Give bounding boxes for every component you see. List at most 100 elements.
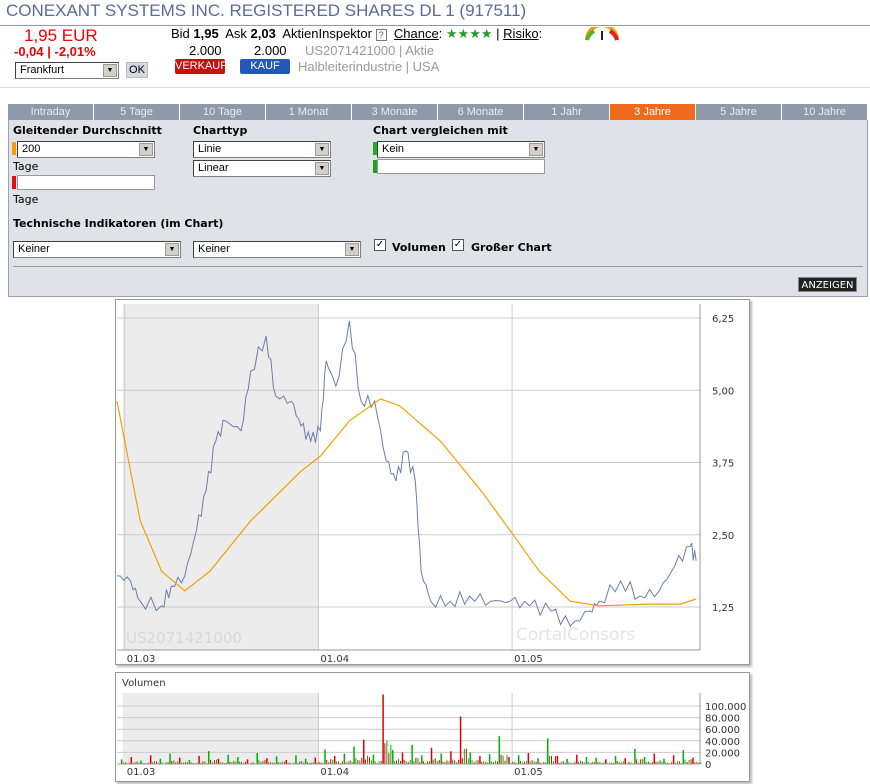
- charttyp-select[interactable]: Linie ▼: [193, 141, 331, 158]
- sell-button[interactable]: VERKAUF: [175, 59, 225, 74]
- tab-1-monat[interactable]: 1 Monat: [266, 104, 352, 120]
- volume-bar: [410, 760, 411, 764]
- y-tick-label: 80.000: [705, 714, 740, 725]
- indicator1-value: Keiner: [18, 243, 50, 255]
- watermark-isin: US2071421000: [126, 629, 242, 647]
- volume-chart-svg: Volumen100.00080.00060.00040.00020.00000…: [116, 673, 749, 781]
- tab-3-monate[interactable]: 3 Monate: [352, 104, 438, 120]
- compare2-input[interactable]: [377, 159, 545, 174]
- volume-bar: [460, 716, 462, 764]
- volume-bar: [169, 754, 171, 764]
- y-tick-label: 100.000: [705, 702, 746, 713]
- tab-10-jahre[interactable]: 10 Jahre: [782, 104, 868, 120]
- aktieninspektor-link[interactable]: AktienInspektor: [282, 26, 372, 41]
- tab-3-jahre[interactable]: 3 Jahre: [610, 104, 696, 120]
- volume-bar: [295, 755, 297, 764]
- volume-bar: [507, 755, 508, 764]
- volume-bar: [605, 759, 607, 764]
- volume-bar: [276, 756, 278, 764]
- period-tabs: Intraday5 Tage10 Tage1 Monat3 Monate6 Mo…: [8, 104, 868, 120]
- volume-bar: [634, 749, 636, 764]
- price-change: -0,04 | -2,01%: [14, 44, 96, 59]
- volume-bar: [450, 751, 452, 764]
- volume-bar: [150, 755, 152, 764]
- risiko-link[interactable]: Risiko: [503, 26, 538, 41]
- volume-bar: [179, 758, 181, 764]
- chevron-down-icon: ▼: [315, 143, 329, 156]
- tab-1-jahr[interactable]: 1 Jahr: [524, 104, 610, 120]
- ok-button[interactable]: OK: [126, 62, 148, 78]
- volume-bar: [624, 758, 626, 764]
- anzeigen-button[interactable]: ANZEIGEN: [798, 277, 857, 292]
- volume-bar: [551, 756, 552, 764]
- volume-bar: [528, 753, 530, 764]
- volume-bar: [369, 757, 370, 764]
- volume-bar: [373, 755, 375, 764]
- chevron-down-icon: ▼: [345, 243, 359, 256]
- volume-bar: [353, 747, 355, 764]
- volume-bar: [330, 759, 331, 764]
- ma2-input[interactable]: [17, 175, 155, 190]
- tab-intraday[interactable]: Intraday: [8, 104, 94, 120]
- volume-bar: [121, 759, 123, 764]
- tab-5-jahre[interactable]: 5 Jahre: [696, 104, 782, 120]
- volume-bar: [499, 736, 501, 764]
- volume-bar: [415, 758, 416, 764]
- volume-bar: [495, 761, 496, 764]
- volume-bar: [518, 755, 520, 764]
- chance-stars: ★★★★: [446, 26, 493, 41]
- compare-select[interactable]: Kein▼: [377, 141, 545, 158]
- volume-bar: [431, 748, 433, 764]
- volume-bar: [237, 757, 239, 764]
- ma1-color-marker: [12, 142, 16, 155]
- ma1-select[interactable]: 200 ▼: [17, 141, 155, 158]
- volume-bar: [140, 761, 142, 764]
- tab-6-monate[interactable]: 6 Monate: [438, 104, 524, 120]
- price-chart: 6,255,003,752,501,2501.0301.0401.05US207…: [115, 299, 750, 665]
- y-tick-label: 3,75: [712, 459, 734, 470]
- chance-link[interactable]: Chance: [394, 26, 439, 41]
- volume-bar: [398, 759, 399, 764]
- volume-bar: [371, 760, 372, 764]
- volume-bar: [305, 759, 307, 764]
- chevron-down-icon: ▼: [139, 143, 153, 156]
- panel-divider: [13, 266, 863, 267]
- buy-button[interactable]: KAUF: [240, 59, 290, 74]
- volume-bar: [468, 758, 469, 764]
- volume-bar: [640, 759, 641, 764]
- scale-select[interactable]: Linear▼: [193, 160, 331, 177]
- volume-bar: [382, 694, 384, 764]
- sector-line: Halbleiterindustrie | USA: [298, 59, 439, 74]
- volumen-checkbox[interactable]: ✓: [374, 239, 386, 251]
- volume-bar: [547, 738, 549, 764]
- indicator2-select[interactable]: Keiner▼: [193, 241, 361, 258]
- volume-bar: [458, 760, 459, 764]
- help-icon[interactable]: ?: [376, 29, 387, 41]
- volume-bar: [396, 761, 397, 764]
- tab-10-tage[interactable]: 10 Tage: [180, 104, 266, 120]
- chart-settings-panel: Gleitender Durchschnitt 200▼ Tage Tage C…: [8, 120, 868, 297]
- brand-watermark: CortalConsors: [516, 625, 635, 645]
- exchange-select[interactable]: Frankfurt▼: [15, 62, 119, 79]
- tage-label-2: Tage: [13, 193, 38, 206]
- volume-bar: [258, 760, 259, 764]
- grosser-chart-checkbox[interactable]: ✓: [452, 239, 464, 251]
- y-tick-label: 20.000: [705, 748, 740, 759]
- volume-bar: [247, 759, 249, 764]
- volume-bar: [411, 745, 413, 764]
- volume-bar: [446, 760, 447, 764]
- x-tick-label: 01.04: [320, 654, 349, 664]
- volume-bar: [462, 758, 463, 764]
- volume-bar: [479, 756, 481, 764]
- volume-bar: [326, 760, 327, 764]
- charttyp-value: Linie: [198, 143, 221, 155]
- volume-bar: [367, 756, 368, 764]
- volume-bar: [691, 759, 692, 764]
- bid-value: 1,95: [193, 26, 218, 41]
- ma1-value: 200: [22, 143, 40, 155]
- chevron-down-icon: ▼: [103, 64, 117, 77]
- indicator1-select[interactable]: Keiner▼: [13, 241, 181, 258]
- tab-5-tage[interactable]: 5 Tage: [94, 104, 180, 120]
- volume-bar: [692, 758, 694, 764]
- volume-bar: [417, 758, 418, 764]
